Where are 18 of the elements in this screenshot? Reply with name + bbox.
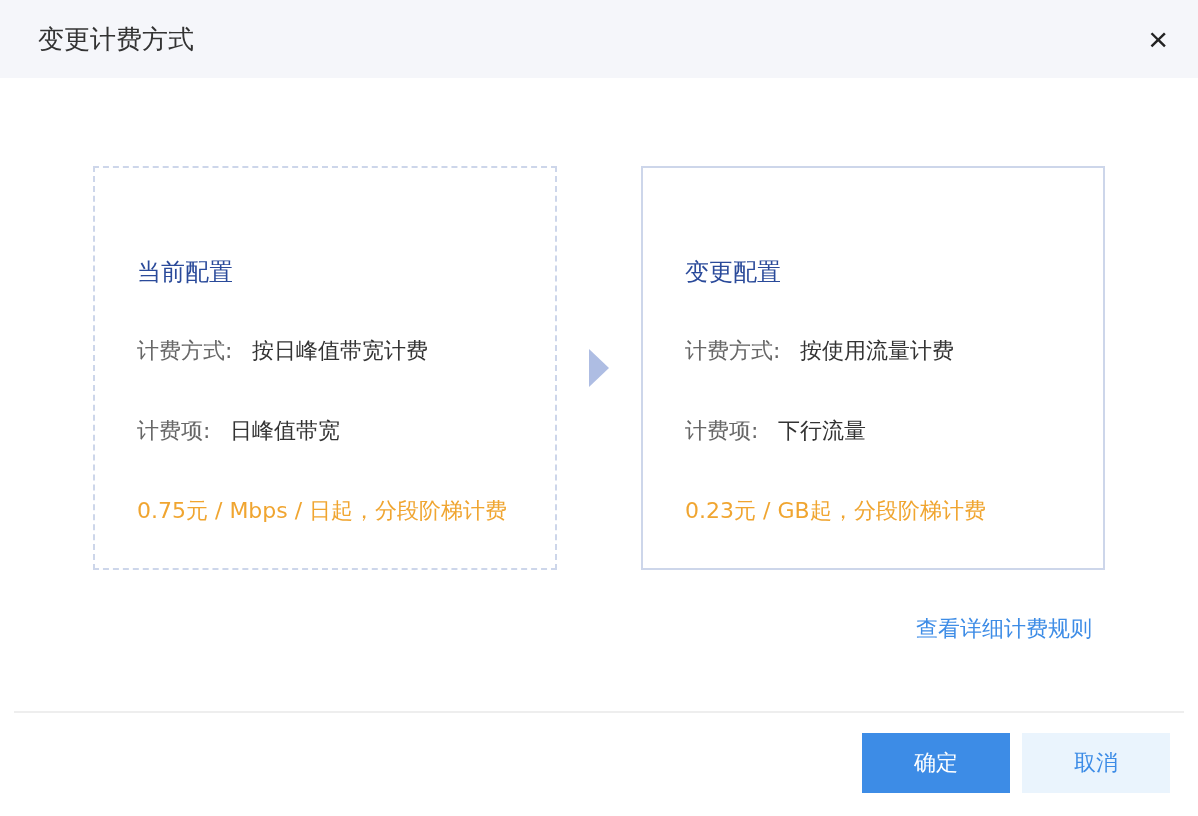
field-label: 计费项: [685, 417, 759, 445]
price-text: 0.75元 / Mbps / 日起，分段阶梯计费 [137, 497, 509, 525]
field-value: 按使用流量计费 [800, 337, 955, 365]
close-button[interactable]: × [1142, 22, 1174, 56]
field-value: 按日峰值带宽计费 [252, 337, 429, 365]
card-heading: 当前配置 [137, 257, 234, 286]
field-value: 日峰值带宽 [230, 417, 341, 445]
field-label: 计费项: [137, 417, 211, 445]
price-text: 0.23元 / GB起，分段阶梯计费 [685, 497, 987, 525]
dialog-title: 变更计费方式 [38, 22, 194, 56]
field-label: 计费方式: [137, 337, 233, 365]
field-label: 计费方式: [685, 337, 781, 365]
field-value: 下行流量 [778, 417, 867, 445]
card-heading: 变更配置 [685, 257, 782, 286]
billing-rules-link[interactable]: 查看详细计费规则 [916, 614, 1092, 644]
cancel-button[interactable]: 取消 [1022, 733, 1170, 793]
right-triangle-icon [589, 349, 609, 387]
confirm-button[interactable]: 确定 [862, 733, 1010, 793]
